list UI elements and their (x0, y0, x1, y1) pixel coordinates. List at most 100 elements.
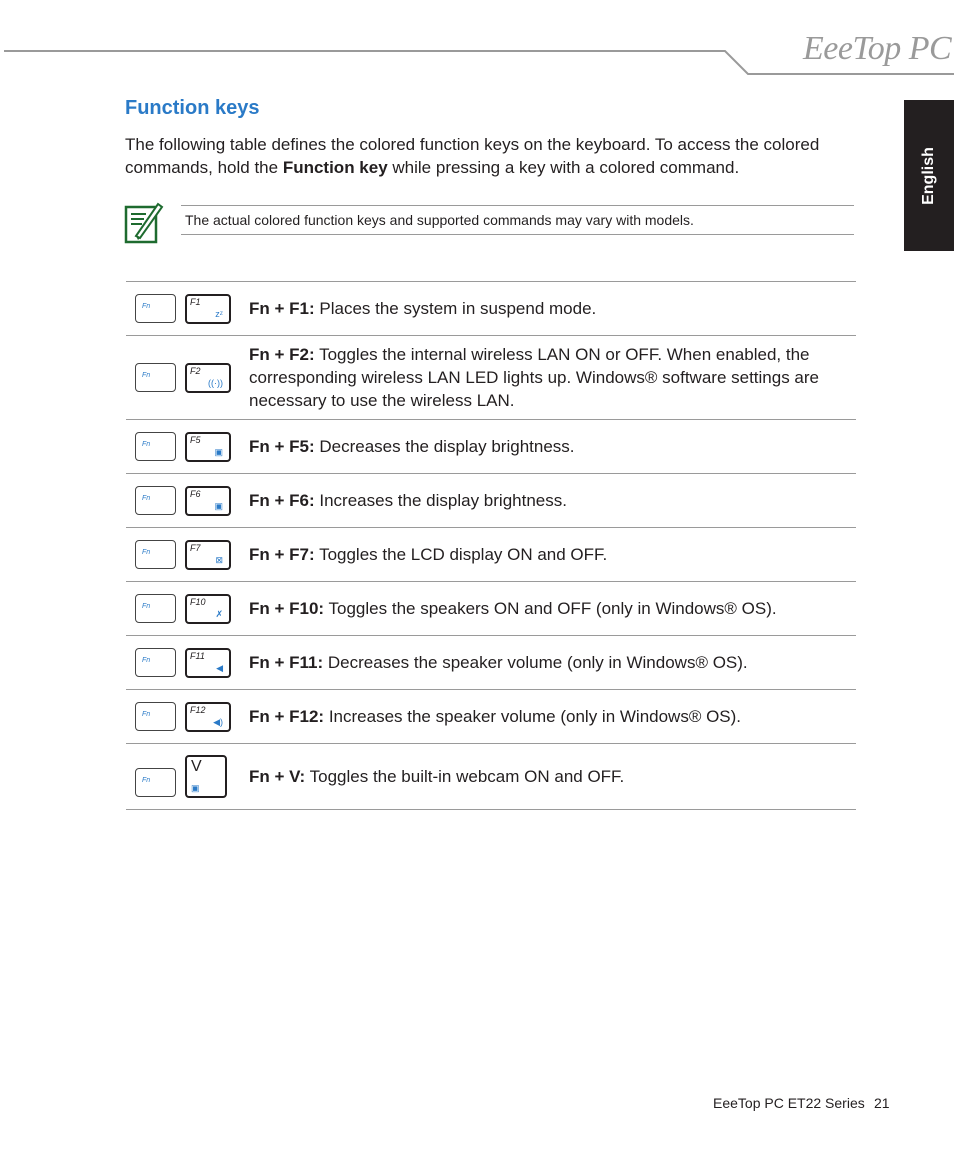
brightness-down-icon: ▣ (214, 447, 223, 457)
function-key-label: F2 (190, 366, 201, 376)
function-key-description: Fn + F1: Places the system in suspend mo… (249, 291, 596, 326)
eeetop-logo: EeeTop PC (803, 30, 952, 67)
description-text: Decreases the speaker volume (only in Wi… (323, 653, 748, 672)
fn-key: Fn (135, 540, 176, 569)
brightness-up-icon: ▣ (214, 501, 223, 511)
key-images: Fn F1 zᶻ (126, 282, 249, 335)
display-off-icon: ⊠ (215, 555, 223, 565)
function-key-description: Fn + F7: Toggles the LCD display ON and … (249, 537, 607, 572)
key-combo: Fn + F10: (249, 599, 325, 618)
note-text: The actual colored function keys and sup… (181, 205, 854, 235)
key-images: Fn F7 ⊠ (126, 528, 249, 581)
fn-key: Fn (135, 363, 176, 392)
fn-key: Fn (135, 768, 176, 797)
description-text: Places the system in suspend mode. (314, 299, 597, 318)
description-text: Increases the display brightness. (314, 491, 567, 510)
key-combo: Fn + F1: (249, 299, 315, 318)
function-key: V ▣ (185, 755, 227, 798)
function-key-label: F10 (190, 597, 206, 607)
intro-paragraph: The following table defines the colored … (125, 133, 865, 179)
language-tab: English (904, 100, 954, 251)
function-key-label: F7 (190, 543, 201, 553)
fn-key-label: Fn (142, 711, 151, 718)
description-text: Increases the speaker volume (only in Wi… (324, 707, 742, 726)
function-key-description: Fn + F11: Decreases the speaker volume (… (249, 645, 748, 680)
key-images: Fn F2 ((·)) (126, 336, 249, 419)
function-key-label: F11 (190, 651, 205, 661)
description-text: Toggles the speakers ON and OFF (only in… (324, 599, 777, 618)
fn-key-label: Fn (142, 603, 151, 610)
section-title: Function keys (125, 97, 260, 119)
key-images: Fn F5 ▣ (126, 420, 249, 473)
key-combo: Fn + F6: (249, 491, 315, 510)
function-key: F5 ▣ (185, 432, 231, 462)
fn-key-label: Fn (142, 441, 151, 448)
wireless-antenna-icon: ((·)) (208, 378, 223, 388)
intro-text-end: while pressing a key with a colored comm… (387, 158, 740, 177)
function-key: F1 zᶻ (185, 294, 231, 324)
function-key-row: Fn F10 ✗ Fn + F10: Toggles the speakers ON … (126, 582, 856, 636)
function-key-row: Fn F1 zᶻ Fn + F1: Places the system in susp… (126, 282, 856, 336)
function-key-description: Fn + V: Toggles the built-in webcam ON a… (249, 759, 624, 794)
function-key-description: Fn + F10: Toggles the speakers ON and OF… (249, 591, 777, 626)
function-key-table: Fn F1 zᶻ Fn + F1: Places the system in susp… (126, 281, 856, 810)
function-key-label: F12 (190, 705, 206, 715)
fn-key: Fn (135, 432, 176, 461)
function-key-row: Fn V ▣ Fn + V: Toggles the built-in webcam … (126, 744, 856, 810)
function-key: F12 ◀) (185, 702, 231, 732)
key-images: Fn F6 ▣ (126, 474, 249, 527)
function-key-description: Fn + F2: Toggles the internal wireless L… (249, 337, 856, 418)
note-pencil-icon (124, 202, 164, 244)
function-key-label: F6 (190, 489, 201, 499)
fn-key-label: Fn (142, 777, 151, 784)
function-key-row: Fn F5 ▣ Fn + F5: Decreases the display brig… (126, 420, 856, 474)
key-images: Fn V ▣ (126, 744, 249, 809)
fn-key-label: Fn (142, 495, 151, 502)
language-label: English (920, 146, 937, 205)
key-images: Fn F10 ✗ (126, 582, 249, 635)
webcam-icon: ▣ (191, 783, 200, 793)
fn-key-label: Fn (142, 372, 151, 379)
fn-key-label: Fn (142, 657, 151, 664)
function-key-row: Fn F2 ((·)) Fn + F2: Toggles the internal w… (126, 336, 856, 420)
description-text: Toggles the built-in webcam ON and OFF. (305, 767, 625, 786)
fn-key: Fn (135, 294, 176, 323)
function-key: F10 ✗ (185, 594, 231, 624)
description-text: Toggles the LCD display ON and OFF. (314, 545, 608, 564)
function-key: F7 ⊠ (185, 540, 231, 570)
page-number: 21 (874, 1095, 890, 1111)
key-combo: Fn + V: (249, 767, 306, 786)
function-key-row: Fn F7 ⊠ Fn + F7: Toggles the LCD display ON… (126, 528, 856, 582)
function-key: F11 ◀ (185, 648, 231, 678)
function-key-description: Fn + F6: Increases the display brightnes… (249, 483, 567, 518)
function-key-label: F1 (190, 297, 201, 307)
fn-key: Fn (135, 648, 176, 677)
key-combo: Fn + F7: (249, 545, 315, 564)
function-key-row: Fn F12 ◀) Fn + F12: Increases the speaker v… (126, 690, 856, 744)
fn-key: Fn (135, 702, 176, 731)
fn-key-label: Fn (142, 549, 151, 556)
key-images: Fn F12 ◀) (126, 690, 249, 743)
key-images: Fn F11 ◀ (126, 636, 249, 689)
fn-key-label: Fn (142, 303, 151, 310)
function-key-row: Fn F6 ▣ Fn + F6: Increases the display brig… (126, 474, 856, 528)
key-combo: Fn + F5: (249, 437, 315, 456)
key-combo: Fn + F12: (249, 707, 325, 726)
key-combo: Fn + F11: (249, 653, 324, 672)
function-key-description: Fn + F12: Increases the speaker volume (… (249, 699, 741, 734)
function-key-row: Fn F11 ◀ Fn + F11: Decreases the speaker vo… (126, 636, 856, 690)
description-text: Decreases the display brightness. (314, 437, 575, 456)
fn-key: Fn (135, 486, 176, 515)
volume-up-icon: ◀) (213, 717, 223, 727)
function-key-label: F5 (190, 435, 201, 445)
intro-bold: Function key (282, 158, 388, 177)
fn-key: Fn (135, 594, 176, 623)
description-text: Toggles the internal wireless LAN ON or … (249, 345, 819, 410)
volume-down-icon: ◀ (216, 663, 223, 673)
speaker-mute-icon: ✗ (215, 609, 223, 619)
key-combo: Fn + F2: (249, 345, 315, 364)
function-key: F6 ▣ (185, 486, 231, 516)
footer-series: EeeTop PC ET22 Series (713, 1095, 865, 1111)
sleep-zz-icon: zᶻ (215, 309, 223, 319)
function-key-description: Fn + F5: Decreases the display brightnes… (249, 429, 575, 464)
